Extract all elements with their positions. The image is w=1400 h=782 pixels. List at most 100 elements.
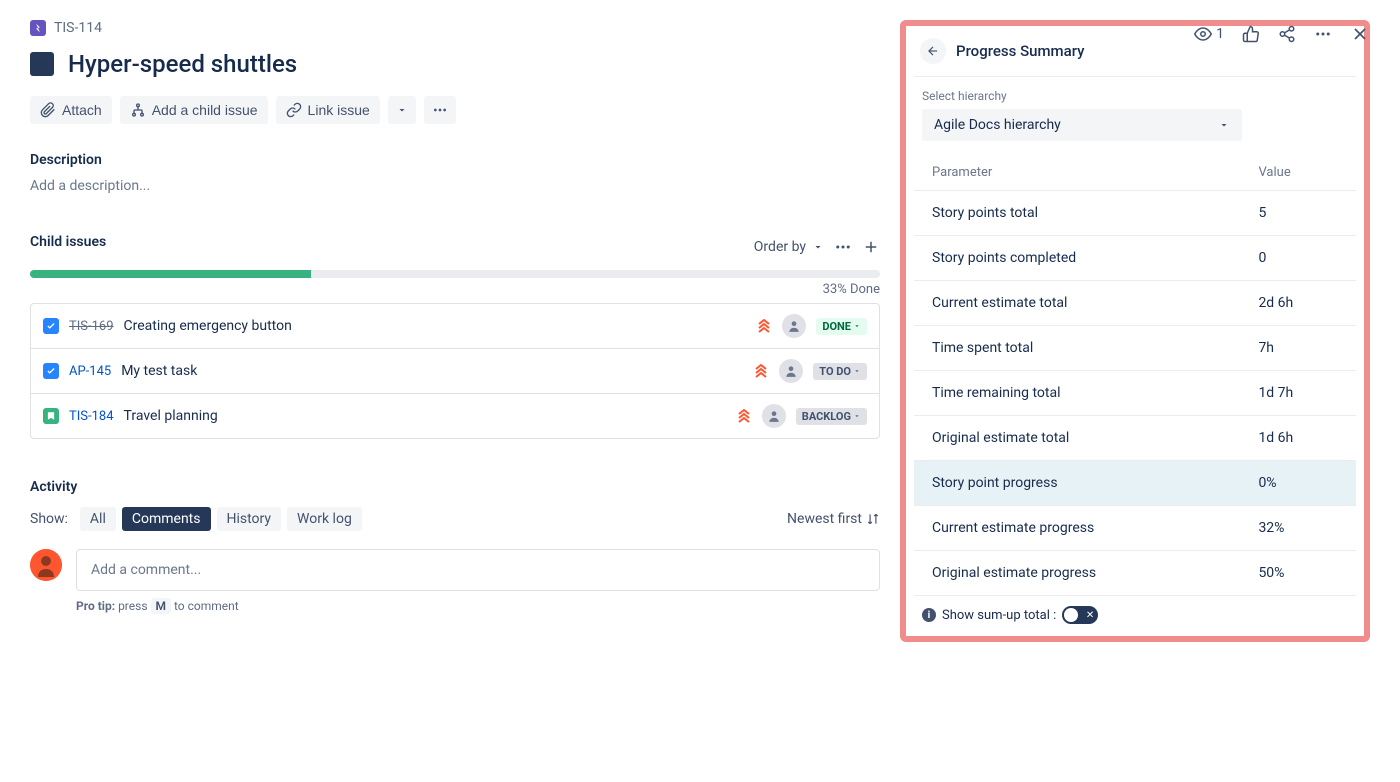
hierarchy-label: Select hierarchy bbox=[922, 89, 1348, 103]
priority-highest-icon bbox=[753, 363, 769, 379]
child-issue-row[interactable]: AP-145 My test task TO DO bbox=[31, 349, 879, 394]
toolbar: Attach Add a child issue Link issue bbox=[30, 96, 880, 124]
param-name: Story points completed bbox=[914, 236, 1240, 281]
status-lozenge[interactable]: DONE bbox=[816, 318, 867, 335]
paperclip-icon bbox=[40, 102, 56, 118]
issue-summary[interactable]: Travel planning bbox=[124, 408, 726, 424]
issue-key[interactable]: TIS-169 bbox=[69, 319, 114, 334]
sumup-toggle[interactable]: ✕ bbox=[1062, 606, 1098, 624]
eye-icon bbox=[1194, 25, 1212, 43]
issue-type-icon bbox=[43, 363, 59, 379]
page-title[interactable]: Hyper-speed shuttles bbox=[68, 50, 297, 78]
back-button[interactable] bbox=[920, 38, 946, 64]
child-issue-row[interactable]: TIS-184 Travel planning BACKLOG bbox=[31, 394, 879, 438]
param-value: 0 bbox=[1240, 236, 1356, 281]
link-icon bbox=[286, 102, 302, 118]
assignee-unassigned[interactable] bbox=[779, 359, 803, 383]
show-label: Show: bbox=[30, 511, 68, 527]
tab-all[interactable]: All bbox=[80, 507, 116, 531]
param-value: 0% bbox=[1240, 461, 1356, 506]
param-row: Time remaining total1d 7h bbox=[914, 371, 1356, 416]
param-value: 50% bbox=[1240, 551, 1356, 596]
param-name: Time remaining total bbox=[914, 371, 1240, 416]
parameter-table: Parameter Value Story points total5Story… bbox=[914, 155, 1356, 596]
share-button[interactable] bbox=[1278, 25, 1296, 43]
header-actions: 1 bbox=[1194, 24, 1370, 44]
panel-title: Progress Summary bbox=[956, 42, 1085, 60]
param-value: 1d 7h bbox=[1240, 371, 1356, 416]
description-input[interactable]: Add a description... bbox=[30, 178, 880, 194]
breadcrumb[interactable]: TIS-114 bbox=[30, 20, 880, 36]
close-button[interactable] bbox=[1350, 24, 1370, 44]
link-issue-button[interactable]: Link issue bbox=[276, 96, 380, 124]
param-row: Story point progress0% bbox=[914, 461, 1356, 506]
param-row: Story points completed0 bbox=[914, 236, 1356, 281]
sort-newest-button[interactable]: Newest first bbox=[787, 511, 880, 527]
main-content: TIS-114 Hyper-speed shuttles Attach Add … bbox=[30, 20, 880, 642]
param-name: Original estimate progress bbox=[914, 551, 1240, 596]
pro-tip: Pro tip: press M to comment bbox=[76, 599, 880, 613]
assignee-unassigned[interactable] bbox=[782, 314, 806, 338]
sort-icon bbox=[866, 512, 880, 526]
col-value: Value bbox=[1240, 155, 1356, 191]
add-child-button[interactable]: Add a child issue bbox=[120, 96, 268, 124]
param-name: Story points total bbox=[914, 191, 1240, 236]
avatar-image bbox=[30, 549, 62, 581]
progress-summary-panel: Progress Summary Select hierarchy Agile … bbox=[900, 20, 1370, 642]
more-toolbar-button[interactable] bbox=[424, 96, 456, 124]
chevron-down-icon bbox=[396, 104, 408, 116]
issue-key: TIS-114 bbox=[54, 20, 102, 36]
child-issues-label: Child issues bbox=[30, 234, 106, 250]
attach-button[interactable]: Attach bbox=[30, 96, 112, 124]
plus-icon[interactable] bbox=[862, 238, 880, 256]
link-dropdown-button[interactable] bbox=[388, 96, 416, 124]
param-name: Current estimate progress bbox=[914, 506, 1240, 551]
hierarchy-select[interactable]: Agile Docs hierarchy bbox=[922, 109, 1242, 141]
progress-bar bbox=[30, 270, 880, 278]
status-lozenge[interactable]: TO DO bbox=[813, 363, 867, 380]
arrow-left-icon bbox=[926, 44, 940, 58]
param-row: Story points total5 bbox=[914, 191, 1356, 236]
close-icon bbox=[1350, 24, 1370, 44]
priority-highest-icon bbox=[756, 318, 772, 334]
param-value: 5 bbox=[1240, 191, 1356, 236]
chevron-down-icon bbox=[1218, 119, 1230, 131]
tab-comments[interactable]: Comments bbox=[122, 507, 211, 531]
more-horizontal-icon bbox=[432, 102, 448, 118]
tab-history[interactable]: History bbox=[217, 507, 282, 531]
param-value: 32% bbox=[1240, 506, 1356, 551]
info-icon[interactable]: i bbox=[922, 608, 936, 622]
param-value: 2d 6h bbox=[1240, 281, 1356, 326]
param-name: Original estimate total bbox=[914, 416, 1240, 461]
child-issue-list: TIS-169 Creating emergency button DONE AP-… bbox=[30, 303, 880, 439]
epic-icon bbox=[30, 20, 46, 36]
priority-highest-icon bbox=[736, 408, 752, 424]
issue-summary[interactable]: My test task bbox=[121, 363, 743, 379]
col-parameter: Parameter bbox=[914, 155, 1240, 191]
more-actions-button[interactable] bbox=[1314, 25, 1332, 43]
order-by-button[interactable]: Order by bbox=[754, 239, 824, 255]
activity-label: Activity bbox=[30, 479, 880, 495]
assignee-unassigned[interactable] bbox=[762, 404, 786, 428]
param-value: 7h bbox=[1240, 326, 1356, 371]
param-name: Time spent total bbox=[914, 326, 1240, 371]
tab-worklog[interactable]: Work log bbox=[287, 507, 362, 531]
param-row: Current estimate total2d 6h bbox=[914, 281, 1356, 326]
user-avatar[interactable] bbox=[30, 549, 62, 581]
issue-key[interactable]: TIS-184 bbox=[69, 409, 114, 424]
child-issue-row[interactable]: TIS-169 Creating emergency button DONE bbox=[31, 304, 879, 349]
vote-button[interactable] bbox=[1242, 25, 1260, 43]
chevron-down-icon bbox=[853, 367, 861, 375]
more-horizontal-icon[interactable] bbox=[834, 238, 852, 256]
chevron-down-icon bbox=[812, 241, 824, 253]
chevron-down-icon bbox=[853, 322, 861, 330]
watch-button[interactable]: 1 bbox=[1194, 25, 1224, 43]
sumup-label: Show sum-up total : bbox=[942, 608, 1056, 623]
status-lozenge[interactable]: BACKLOG bbox=[796, 408, 867, 425]
hierarchy-icon bbox=[130, 102, 146, 118]
watch-count: 1 bbox=[1216, 26, 1224, 42]
comment-input[interactable]: Add a comment... bbox=[76, 549, 880, 591]
issue-summary[interactable]: Creating emergency button bbox=[124, 318, 747, 334]
issue-key[interactable]: AP-145 bbox=[69, 364, 111, 379]
epic-color-swatch[interactable] bbox=[30, 52, 54, 76]
